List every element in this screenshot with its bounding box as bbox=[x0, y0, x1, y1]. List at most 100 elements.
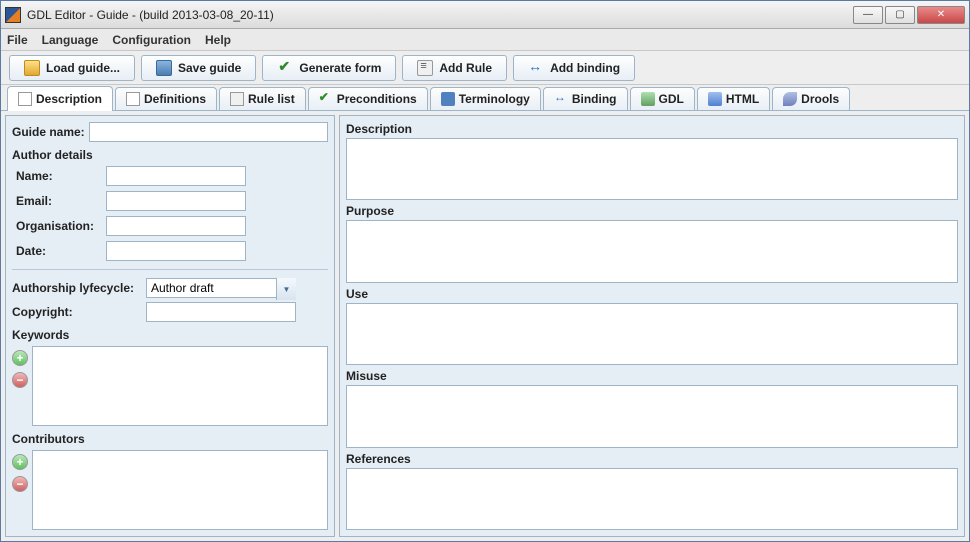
misuse-textarea[interactable] bbox=[346, 385, 958, 447]
tab-rule-list[interactable]: Rule list bbox=[219, 87, 306, 110]
rule-list-tab-icon bbox=[230, 92, 244, 106]
lifecycle-value[interactable] bbox=[146, 278, 296, 298]
description-tab-icon bbox=[18, 92, 32, 106]
divider bbox=[12, 269, 328, 270]
menu-help[interactable]: Help bbox=[205, 33, 231, 47]
description-label: Description bbox=[346, 122, 958, 136]
toolbar: Load guide... Save guide Generate form A… bbox=[1, 51, 969, 85]
maximize-button[interactable]: ▢ bbox=[885, 6, 915, 24]
guide-name-input[interactable] bbox=[89, 122, 328, 142]
drools-tab-icon bbox=[783, 92, 797, 106]
tab-gdl-label: GDL bbox=[659, 92, 684, 106]
menu-language[interactable]: Language bbox=[42, 33, 99, 47]
save-guide-button[interactable]: Save guide bbox=[141, 55, 256, 81]
folder-icon bbox=[24, 60, 40, 76]
tab-html-label: HTML bbox=[726, 92, 759, 106]
menubar: File Language Configuration Help bbox=[1, 29, 969, 51]
guide-name-label: Guide name: bbox=[12, 125, 85, 139]
references-textarea[interactable] bbox=[346, 468, 958, 530]
tab-definitions[interactable]: Definitions bbox=[115, 87, 217, 110]
keywords-list[interactable] bbox=[32, 346, 328, 426]
name-input[interactable] bbox=[106, 166, 246, 186]
lifecycle-row: Authorship lyfecycle: bbox=[12, 278, 328, 298]
menu-file[interactable]: File bbox=[7, 33, 28, 47]
binding-tab-icon bbox=[554, 92, 568, 106]
add-keyword-button[interactable]: + bbox=[12, 350, 28, 366]
description-field: Description bbox=[346, 122, 958, 200]
email-label: Email: bbox=[16, 194, 102, 208]
tab-gdl[interactable]: GDL bbox=[630, 87, 695, 110]
left-panel: Guide name: Author details Name: Email: … bbox=[5, 115, 335, 537]
load-guide-button[interactable]: Load guide... bbox=[9, 55, 135, 81]
gdl-tab-icon bbox=[641, 92, 655, 106]
window-title: GDL Editor - Guide - (build 2013-03-08_2… bbox=[27, 8, 853, 22]
lifecycle-label: Authorship lyfecycle: bbox=[12, 281, 142, 295]
load-guide-label: Load guide... bbox=[46, 61, 120, 75]
minimize-button[interactable]: — bbox=[853, 6, 883, 24]
tab-binding-label: Binding bbox=[572, 92, 617, 106]
tab-preconditions-label: Preconditions bbox=[337, 92, 417, 106]
generate-form-button[interactable]: Generate form bbox=[262, 55, 396, 81]
add-rule-button[interactable]: Add Rule bbox=[402, 55, 507, 81]
tab-description[interactable]: Description bbox=[7, 86, 113, 111]
organisation-input[interactable] bbox=[106, 216, 246, 236]
organisation-label: Organisation: bbox=[16, 219, 102, 233]
misuse-label: Misuse bbox=[346, 369, 958, 383]
titlebar: GDL Editor - Guide - (build 2013-03-08_2… bbox=[1, 1, 969, 29]
tab-definitions-label: Definitions bbox=[144, 92, 206, 106]
terminology-tab-icon bbox=[441, 92, 455, 106]
preconditions-tab-icon bbox=[319, 92, 333, 106]
tab-html[interactable]: HTML bbox=[697, 87, 770, 110]
app-icon bbox=[5, 7, 21, 23]
tab-rule-list-label: Rule list bbox=[248, 92, 295, 106]
contributors-list[interactable] bbox=[32, 450, 328, 530]
use-label: Use bbox=[346, 287, 958, 301]
copyright-label: Copyright: bbox=[12, 305, 142, 319]
date-label: Date: bbox=[16, 244, 102, 258]
contributors-buttons: + − bbox=[12, 450, 28, 530]
tab-drools[interactable]: Drools bbox=[772, 87, 850, 110]
keywords-area: + − bbox=[12, 346, 328, 426]
copyright-input[interactable] bbox=[146, 302, 296, 322]
tab-binding[interactable]: Binding bbox=[543, 87, 628, 110]
check-icon bbox=[277, 60, 293, 76]
tab-terminology-label: Terminology bbox=[459, 92, 530, 106]
guide-name-row: Guide name: bbox=[12, 122, 328, 142]
window-buttons: — ▢ ✕ bbox=[853, 6, 965, 24]
close-button[interactable]: ✕ bbox=[917, 6, 965, 24]
remove-keyword-button[interactable]: − bbox=[12, 372, 28, 388]
contributors-title: Contributors bbox=[12, 432, 328, 446]
purpose-textarea[interactable] bbox=[346, 220, 958, 282]
email-input[interactable] bbox=[106, 191, 246, 211]
author-details-title: Author details bbox=[12, 148, 328, 162]
chevron-down-icon[interactable] bbox=[276, 278, 296, 300]
tab-preconditions[interactable]: Preconditions bbox=[308, 87, 428, 110]
right-panel: Description Purpose Use Misuse Reference… bbox=[339, 115, 965, 537]
menu-configuration[interactable]: Configuration bbox=[112, 33, 191, 47]
add-contributor-button[interactable]: + bbox=[12, 454, 28, 470]
remove-contributor-button[interactable]: − bbox=[12, 476, 28, 492]
references-label: References bbox=[346, 452, 958, 466]
description-textarea[interactable] bbox=[346, 138, 958, 200]
add-binding-button[interactable]: Add binding bbox=[513, 55, 635, 81]
add-rule-label: Add Rule bbox=[439, 61, 492, 75]
contributors-area: + − bbox=[12, 450, 328, 530]
generate-form-label: Generate form bbox=[299, 61, 381, 75]
use-field: Use bbox=[346, 287, 958, 365]
purpose-field: Purpose bbox=[346, 204, 958, 282]
date-input[interactable] bbox=[106, 241, 246, 261]
references-field: References bbox=[346, 452, 958, 530]
definitions-tab-icon bbox=[126, 92, 140, 106]
lifecycle-dropdown[interactable] bbox=[146, 278, 296, 298]
use-textarea[interactable] bbox=[346, 303, 958, 365]
rule-icon bbox=[417, 60, 433, 76]
content-area: Guide name: Author details Name: Email: … bbox=[1, 111, 969, 541]
tab-terminology[interactable]: Terminology bbox=[430, 87, 541, 110]
keywords-buttons: + − bbox=[12, 346, 28, 426]
name-label: Name: bbox=[16, 169, 102, 183]
tabbar: Description Definitions Rule list Precon… bbox=[1, 85, 969, 111]
save-icon bbox=[156, 60, 172, 76]
tab-description-label: Description bbox=[36, 92, 102, 106]
misuse-field: Misuse bbox=[346, 369, 958, 447]
copyright-row: Copyright: bbox=[12, 302, 328, 322]
